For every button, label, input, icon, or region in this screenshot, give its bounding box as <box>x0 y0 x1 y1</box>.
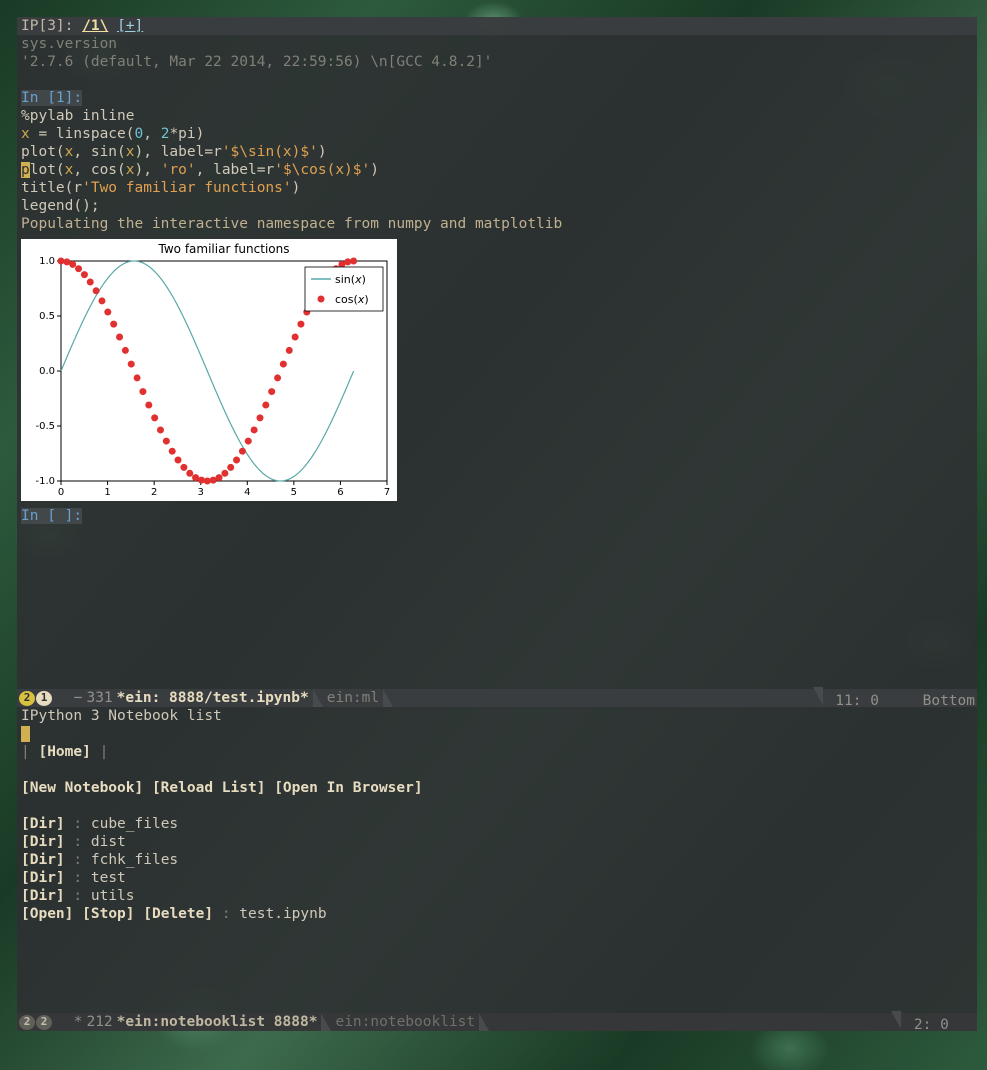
code-line: legend(); <box>21 197 973 215</box>
dir-row: [Dir] : test <box>21 869 973 887</box>
open-browser-button[interactable]: [Open In Browser] <box>274 780 422 796</box>
cursor: p <box>21 162 30 178</box>
cell-1[interactable]: In [1]: %pylab inline x = linspace(0, 2*… <box>17 89 977 233</box>
svg-text:0.0: 0.0 <box>39 366 55 377</box>
buffer-name[interactable]: *ein:notebooklist 8888* <box>117 1013 318 1031</box>
new-notebook-button[interactable]: [New Notebook] <box>21 780 143 796</box>
badge-workspace[interactable]: 2 <box>19 1015 35 1030</box>
major-mode: ein:ml <box>327 689 379 707</box>
delete-button[interactable]: [Delete] <box>143 906 213 922</box>
svg-text:-1.0: -1.0 <box>35 476 55 487</box>
svg-text:Two familiar functions: Two familiar functions <box>158 242 290 256</box>
code-line: x = linspace(0, 2*pi) <box>21 125 973 143</box>
modeline-top: 2 1 − 331 *ein: 8888/test.ipynb* ein:ml … <box>17 689 977 707</box>
stop-button[interactable]: [Stop] <box>82 906 134 922</box>
notebook-pane: IP[3]: /1\ [+] sys.version '2.7.6 (defau… <box>17 17 977 689</box>
output-line: sys.version <box>21 35 973 53</box>
plot-output: Two familiar functions 0 1 2 3 4 5 6 7 -1.0 -0.5 0.… <box>21 239 397 501</box>
svg-text:4: 4 <box>244 487 250 498</box>
in-prompt: In [1]: <box>21 90 82 106</box>
svg-text:7: 7 <box>384 487 390 498</box>
cursor-position: 11: 0 <box>835 693 879 709</box>
svg-text:1.0: 1.0 <box>39 256 55 267</box>
ip-label: IP[3]: <box>21 18 73 34</box>
major-mode: ein:notebooklist <box>335 1013 475 1031</box>
svg-text:3: 3 <box>198 487 204 498</box>
buffer-name[interactable]: *ein: 8888/test.ipynb* <box>117 689 309 707</box>
svg-text:6: 6 <box>337 487 343 498</box>
dir-row: [Dir] : cube_files <box>21 815 973 833</box>
in-prompt: In [ ]: <box>21 508 82 524</box>
svg-text:cos(x): cos(x) <box>335 293 369 306</box>
cursor-position: 2: 0 <box>914 1017 949 1033</box>
dir-button[interactable]: [Dir] <box>21 888 65 904</box>
home-link[interactable]: [Home] <box>38 744 90 760</box>
svg-text:2: 2 <box>151 487 157 498</box>
badge-workspace[interactable]: 2 <box>19 691 35 706</box>
dir-name[interactable]: fchk_files <box>91 852 178 868</box>
line-number: 331 <box>86 689 112 707</box>
dir-button[interactable]: [Dir] <box>21 816 65 832</box>
reload-list-button[interactable]: [Reload List] <box>152 780 266 796</box>
nb-list-title: IPython 3 Notebook list <box>21 707 973 725</box>
badge-buffer[interactable]: 1 <box>36 691 52 706</box>
svg-text:5: 5 <box>291 487 297 498</box>
dir-button[interactable]: [Dir] <box>21 870 65 886</box>
cell-0-output[interactable]: sys.version '2.7.6 (default, Mar 22 2014… <box>17 35 977 71</box>
cursor <box>21 726 30 742</box>
notebooklist-pane: IPython 3 Notebook list | [Home] | [New … <box>17 707 977 1013</box>
file-name[interactable]: test.ipynb <box>239 906 326 922</box>
dir-row: [Dir] : fchk_files <box>21 851 973 869</box>
badge-buffer[interactable]: 2 <box>36 1015 52 1030</box>
file-row: [Open] [Stop] [Delete] : test.ipynb <box>21 905 973 923</box>
dir-button[interactable]: [Dir] <box>21 834 65 850</box>
scroll-position: Bottom <box>923 693 975 709</box>
svg-text:sin(x): sin(x) <box>335 273 366 286</box>
dir-row: [Dir] : utils <box>21 887 973 905</box>
dir-name[interactable]: utils <box>91 888 135 904</box>
dir-name[interactable]: cube_files <box>91 816 178 832</box>
dir-name[interactable]: test <box>91 870 126 886</box>
notebook-list[interactable]: IPython 3 Notebook list | [Home] | [New … <box>17 707 977 923</box>
dir-row: [Dir] : dist <box>21 833 973 851</box>
code-line: title(r'Two familiar functions') <box>21 179 973 197</box>
open-button[interactable]: [Open] <box>21 906 73 922</box>
output-line: '2.7.6 (default, Mar 22 2014, 22:59:56) … <box>21 53 973 71</box>
code-line: plot(x, cos(x), 'ro', label=r'$\cos(x)$'… <box>21 161 973 179</box>
line-number: 212 <box>86 1013 112 1031</box>
cell-empty[interactable]: In [ ]: <box>17 507 977 543</box>
tab-bar: IP[3]: /1\ [+] <box>17 17 977 35</box>
code-line: %pylab inline <box>21 107 973 125</box>
dir-name[interactable]: dist <box>91 834 126 850</box>
output-line: Populating the interactive namespace fro… <box>21 215 973 233</box>
dir-button[interactable]: [Dir] <box>21 852 65 868</box>
tab-active[interactable]: /1\ <box>82 18 108 34</box>
svg-text:0: 0 <box>58 487 64 498</box>
modeline-bottom: 2 2 * 212 *ein:notebooklist 8888* ein:no… <box>17 1013 977 1031</box>
tab-new[interactable]: [+] <box>117 18 143 34</box>
svg-text:-0.5: -0.5 <box>35 421 55 432</box>
code-line: plot(x, sin(x), label=r'$\sin(x)$') <box>21 143 973 161</box>
svg-text:0.5: 0.5 <box>39 311 55 322</box>
svg-text:1: 1 <box>104 487 110 498</box>
